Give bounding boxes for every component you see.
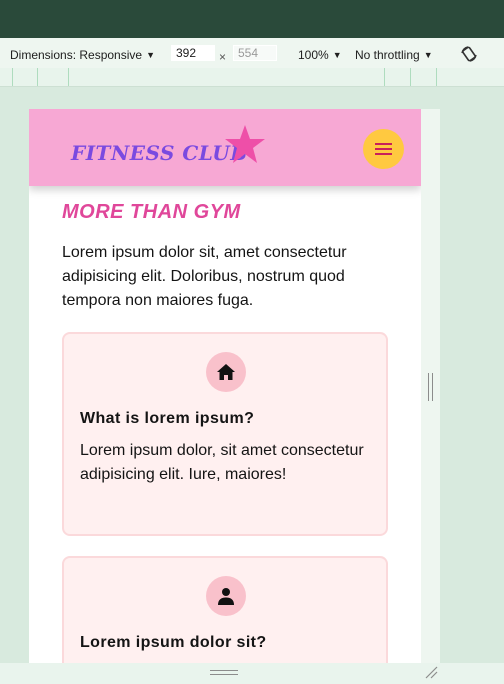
resize-handle-bottom[interactable] (210, 670, 238, 675)
logo[interactable]: FITNESS CLUB (71, 141, 248, 165)
chevron-down-icon: ▼ (423, 50, 433, 60)
card-title: What is lorem ipsum? (80, 410, 255, 427)
dimensions-label: Dimensions: Responsive (10, 48, 143, 62)
card-icon-circle (206, 352, 246, 392)
card-icon-circle (206, 576, 246, 616)
rotate-icon[interactable] (460, 45, 478, 63)
star-icon (225, 125, 265, 163)
throttling-label: No throttling (355, 48, 420, 62)
chevron-down-icon: ▼ (146, 50, 155, 60)
card-title: Lorem ipsum dolor sit? (80, 634, 267, 651)
hamburger-icon (375, 143, 392, 145)
feature-card: What is lorem ipsum? Lorem ipsum dolor, … (62, 332, 388, 536)
home-icon (217, 364, 235, 380)
section-title: MORE THAN GYM (62, 201, 241, 223)
menu-button[interactable] (363, 129, 404, 169)
device-viewport: FITNESS CLUB MORE THAN GYM Lorem ipsum d… (29, 109, 421, 663)
resize-handle-right[interactable] (428, 373, 433, 401)
card-text: Lorem ipsum dolor, sit amet consectetur … (80, 442, 364, 483)
resize-corner-icon[interactable] (424, 665, 438, 679)
feature-card: Lorem ipsum dolor sit? (62, 556, 388, 663)
intro-paragraph: Lorem ipsum dolor sit, amet consectetur … (62, 244, 347, 309)
dimensions-dropdown[interactable]: Dimensions: Responsive ▼ (10, 48, 155, 62)
site-header: FITNESS CLUB (29, 109, 421, 186)
device-toolbar: Dimensions: Responsive ▼ 392 × 554 100% … (0, 38, 504, 69)
zoom-dropdown[interactable]: 100% ▼ (298, 48, 342, 62)
chevron-down-icon: ▼ (332, 50, 342, 60)
width-input[interactable]: 392 (171, 45, 215, 61)
person-icon (218, 588, 234, 605)
height-input[interactable]: 554 (233, 45, 277, 61)
times-sign: × (219, 50, 227, 64)
browser-top-bar (0, 0, 504, 38)
media-query-ruler (0, 68, 504, 87)
throttling-dropdown[interactable]: No throttling ▼ (355, 48, 433, 62)
zoom-label: 100% (298, 48, 329, 62)
